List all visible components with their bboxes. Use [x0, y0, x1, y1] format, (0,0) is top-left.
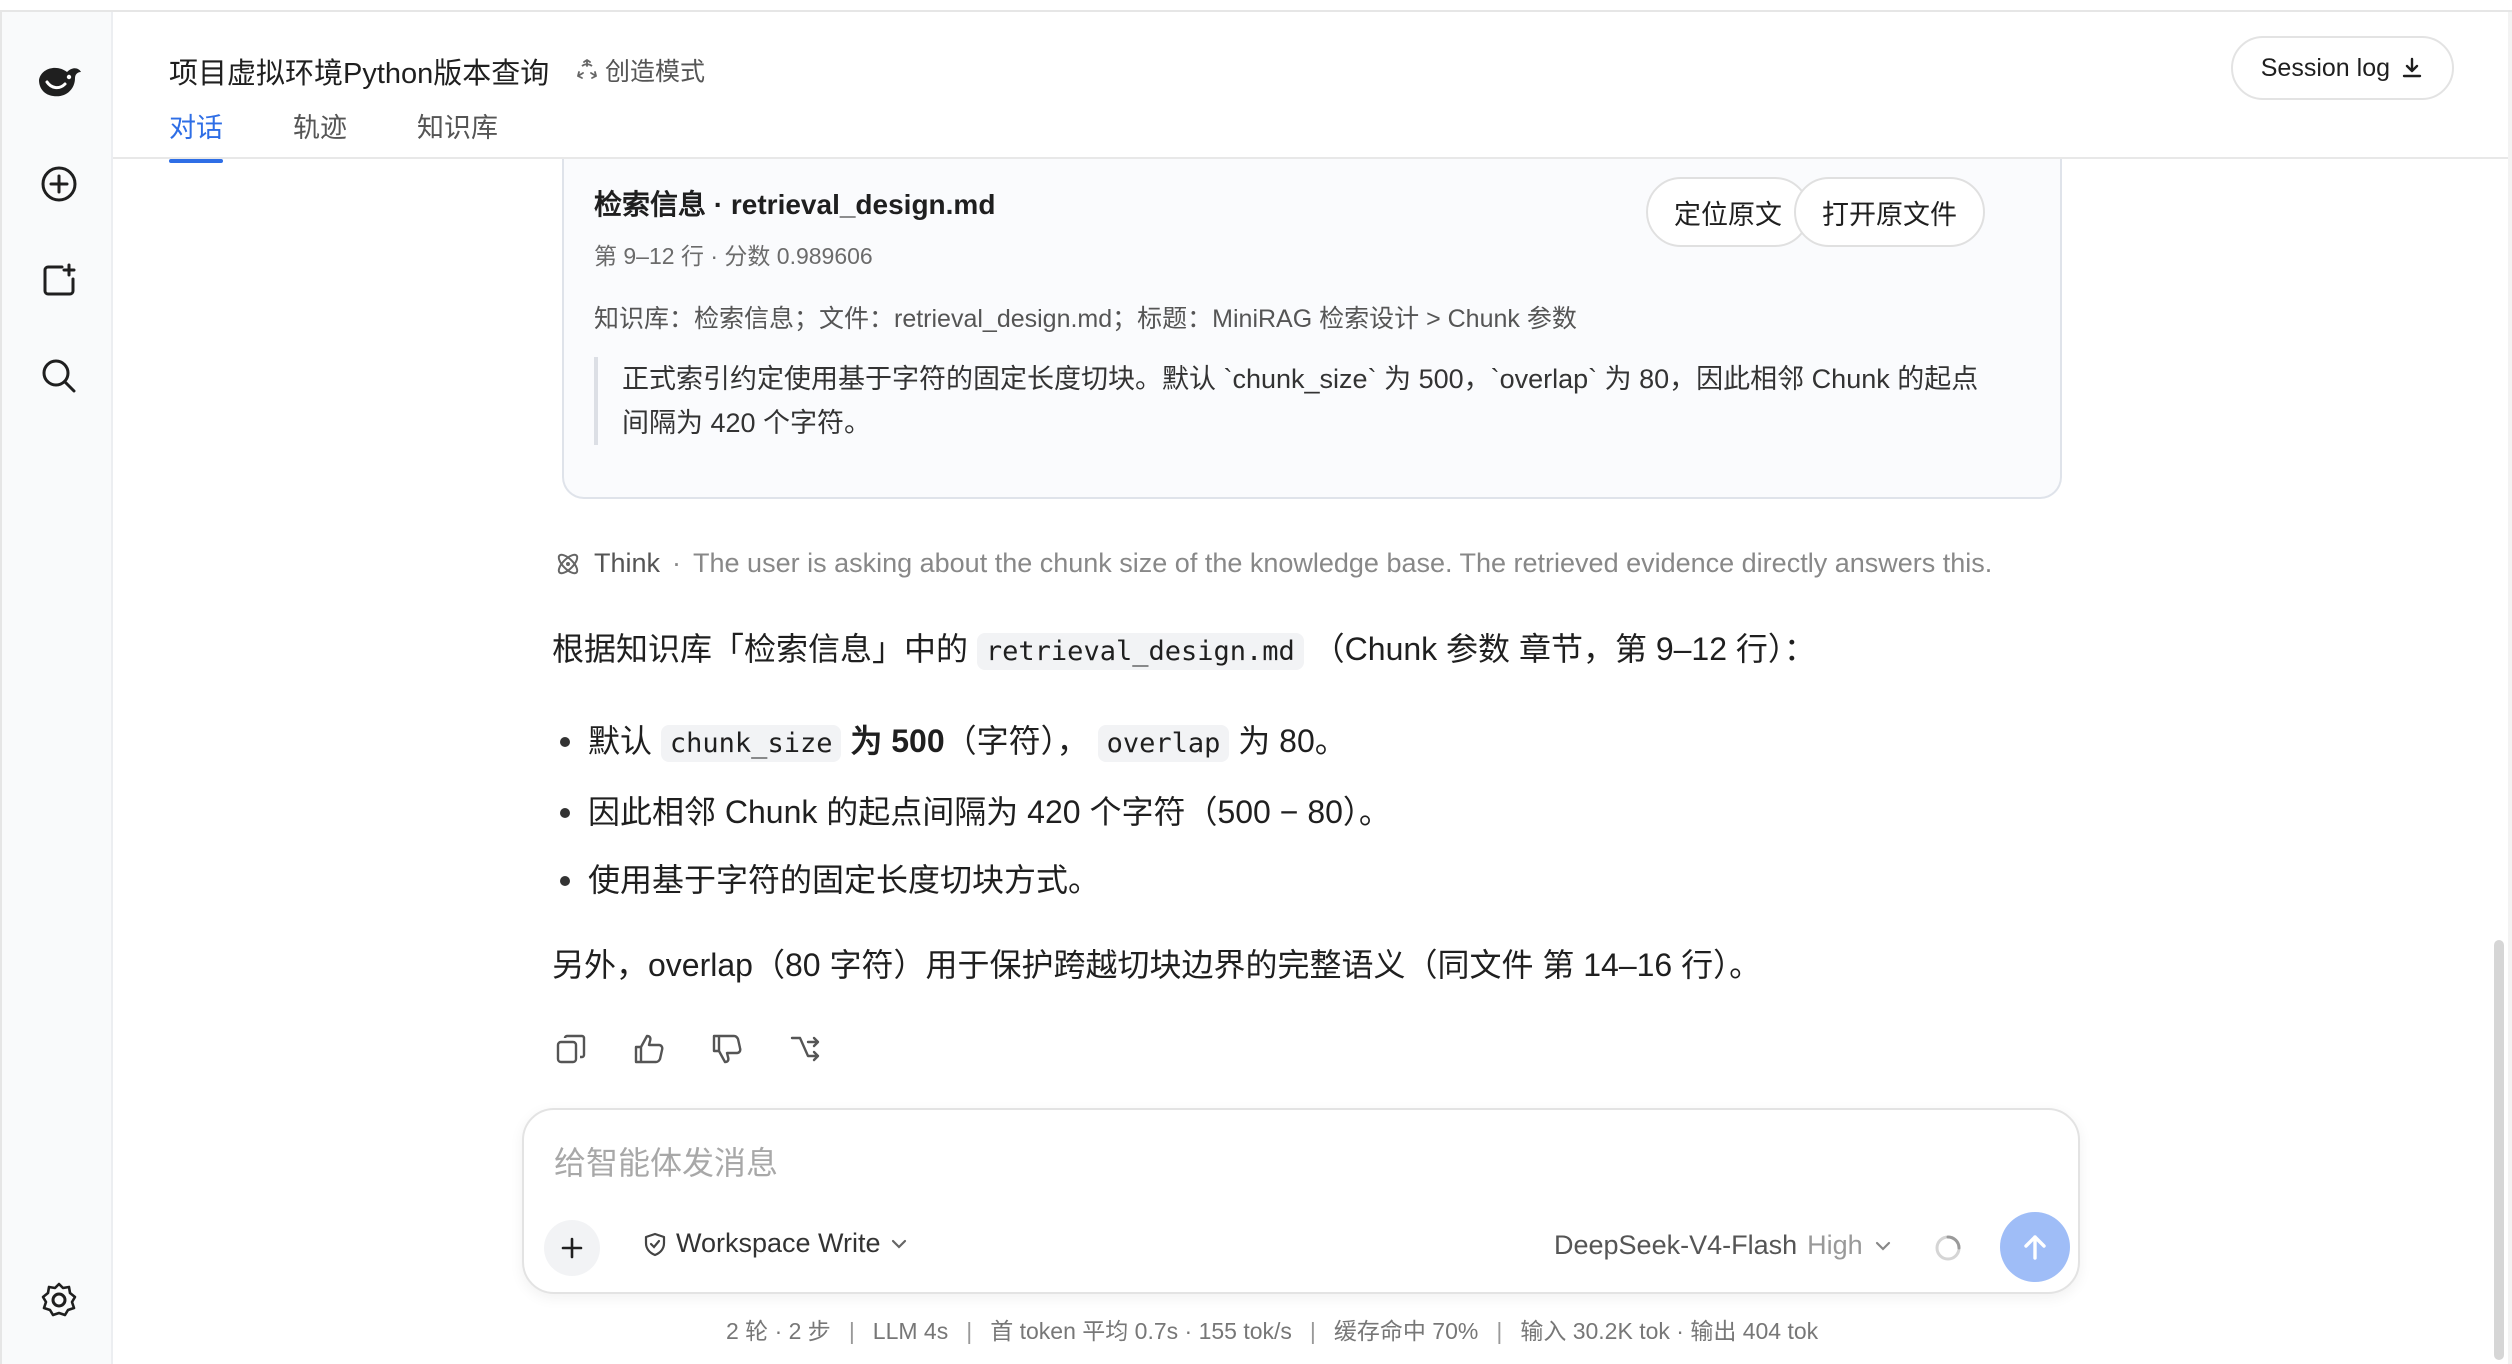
bullet-text: （字符），: [944, 723, 1089, 759]
evidence-quote: 正式索引约定使用基于字符的固定长度切块。默认 `chunk_size` 为 50…: [594, 357, 2004, 445]
stat-separator: |: [848, 1318, 855, 1344]
arrow-up-icon: [2024, 1235, 2046, 1260]
list-item: 因此相邻 Chunk 的起点间隔为 420 个字符（500 − 80）。: [552, 778, 2072, 846]
mode-indicator[interactable]: 创造模式: [575, 52, 705, 88]
think-separator: ·: [672, 548, 682, 578]
evidence-meta: 第 9–12 行 · 分数 0.989606: [594, 243, 873, 269]
think-text: The user is asking about the chunk size …: [693, 548, 1993, 578]
message-composer: Workspace Write DeepSeek-V4-Flash High: [522, 1108, 2080, 1294]
plus-icon: [561, 1237, 583, 1259]
stat-separator: |: [966, 1318, 973, 1344]
logo-icon[interactable]: [35, 58, 83, 106]
answer-intro: 根据知识库「检索信息」中的 retrieval_design.md （Chunk…: [552, 624, 2072, 677]
bullet-code: chunk_size: [660, 725, 842, 762]
answer-intro-text: 根据知识库「检索信息」中的: [552, 631, 969, 667]
tab-knowledge-base[interactable]: 知识库: [417, 106, 498, 163]
session-log-button[interactable]: Session log: [2230, 36, 2454, 100]
stat-separator: |: [1496, 1318, 1503, 1344]
evidence-title: 检索信息 · retrieval_design.md: [594, 189, 996, 220]
workspace-permission-select[interactable]: Workspace Write: [642, 1228, 909, 1259]
list-item: 使用基于字符的固定长度切块方式。: [552, 846, 2072, 914]
stat-cache: 缓存命中 70%: [1333, 1318, 1479, 1344]
download-icon: [2402, 57, 2422, 78]
bullet-bold: 为 500: [850, 723, 945, 759]
scrollbar-thumb[interactable]: [2494, 940, 2504, 1360]
attach-button[interactable]: [544, 1220, 600, 1276]
chat-header: 项目虚拟环境Python版本查询 创造模式 对话 轨迹 知识库 Session …: [113, 12, 2512, 163]
session-log-label: Session log: [2260, 53, 2390, 82]
chevron-down-icon: [891, 1239, 906, 1249]
settings-icon[interactable]: [35, 1276, 83, 1324]
bullet-code: overlap: [1097, 725, 1230, 762]
assistant-answer: 根据知识库「检索信息」中的 retrieval_design.md （Chunk…: [552, 624, 2072, 990]
think-label: Think: [594, 548, 661, 578]
search-icon[interactable]: [35, 352, 83, 400]
copy-icon[interactable]: [552, 1030, 590, 1068]
send-button[interactable]: [2000, 1212, 2070, 1282]
locate-source-button[interactable]: 定位原文: [1646, 177, 1810, 247]
stat-llm: LLM 4s: [872, 1318, 949, 1344]
left-rail: [0, 12, 113, 1364]
model-select[interactable]: DeepSeek-V4-Flash High: [1554, 1230, 1893, 1261]
tab-trace[interactable]: 轨迹: [293, 106, 347, 163]
thumbs-down-icon[interactable]: [708, 1030, 746, 1068]
recycle-icon: [577, 59, 597, 79]
loading-spinner-icon: [1935, 1235, 1961, 1261]
mode-label: 创造模式: [605, 58, 706, 86]
model-name: DeepSeek-V4-Flash: [1554, 1230, 1798, 1260]
message-input[interactable]: [554, 1138, 1954, 1188]
evidence-card: 检索信息 · retrieval_design.md 第 9–12 行 · 分数…: [562, 159, 2062, 499]
open-file-button[interactable]: 打开原文件: [1794, 177, 1985, 247]
stat-rounds: 2 轮 · 2 步: [726, 1318, 831, 1344]
bullet-text: 为 80。: [1238, 723, 1347, 759]
chevron-down-icon: [1875, 1241, 1890, 1251]
usage-stats: 2 轮 · 2 步 | LLM 4s | 首 token 平均 0.7s · 155 t…: [726, 1312, 1818, 1346]
page-title: 项目虚拟环境Python版本查询: [169, 58, 550, 90]
stat-first-token: 首 token 平均 0.7s · 155 tok/s: [990, 1318, 1292, 1344]
tab-bar: 对话 轨迹 知识库: [169, 106, 498, 163]
window-edge: [2508, 12, 2512, 1364]
evidence-path: 知识库：检索信息；文件：retrieval_design.md；标题：MiniR…: [594, 305, 1577, 333]
model-level: High: [1807, 1230, 1863, 1260]
bullet-text: 默认: [588, 723, 653, 759]
answer-extra: 另外，overlap（80 字符）用于保护跨越切块边界的完整语义（同文件 第 1…: [552, 947, 1762, 983]
list-item: 默认 chunk_size 为 500（字符）， overlap 为 80。: [552, 707, 2072, 778]
tab-chat[interactable]: 对话: [169, 106, 223, 163]
branch-icon[interactable]: [786, 1030, 824, 1068]
shield-icon: [644, 1232, 666, 1256]
message-actions: [552, 1030, 824, 1068]
answer-intro-code: retrieval_design.md: [976, 633, 1304, 670]
thumbs-up-icon[interactable]: [630, 1030, 668, 1068]
new-project-icon[interactable]: [35, 256, 83, 304]
answer-bullets: 默认 chunk_size 为 500（字符）， overlap 为 80。 因…: [552, 707, 2072, 914]
think-line[interactable]: Think · The user is asking about the chu…: [554, 548, 1992, 579]
answer-intro-tail: （Chunk 参数 章节，第 9–12 行）：: [1312, 631, 1816, 667]
stat-separator: |: [1309, 1318, 1316, 1344]
stat-io: 输入 30.2K tok · 输出 404 tok: [1520, 1318, 1819, 1344]
workspace-label: Workspace Write: [676, 1228, 881, 1258]
new-chat-icon[interactable]: [35, 160, 83, 208]
atom-icon: [557, 553, 579, 574]
